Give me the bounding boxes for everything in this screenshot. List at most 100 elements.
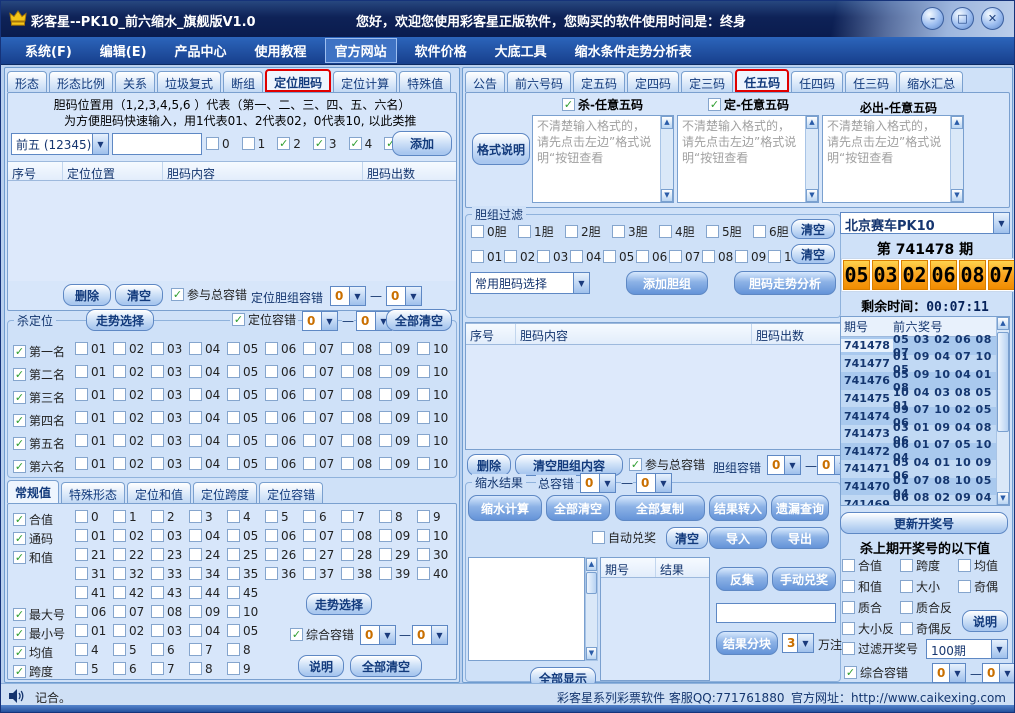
value-num-check[interactable]: 23 (151, 548, 182, 561)
dan-num-check-7[interactable]: 08 (702, 250, 733, 263)
dan-num-check-5[interactable]: 06 (636, 250, 667, 263)
sha-num-check[interactable]: 09 (379, 434, 410, 447)
sha-num-check[interactable]: 03 (151, 342, 182, 355)
composite-tolerance-checkbox[interactable]: ✓ 综合容错 (844, 666, 908, 679)
dan-count-check-0[interactable]: 0胆 (471, 225, 507, 238)
right-tab-5[interactable]: 任五码 (735, 69, 789, 92)
dan-num-check-6[interactable]: 07 (669, 250, 700, 263)
kill-check[interactable]: 奇偶反 (900, 622, 952, 635)
sha-num-check[interactable]: 10 (417, 457, 448, 470)
sha-num-check[interactable]: 06 (265, 388, 296, 401)
clear-all-button[interactable]: 全部清空 (546, 495, 610, 521)
value-num-check[interactable]: 8 (189, 662, 213, 675)
value-num-check[interactable]: 0 (75, 510, 99, 523)
sha-num-check[interactable]: 03 (151, 388, 182, 401)
value-num-check[interactable]: 42 (113, 586, 144, 599)
right-tab-1[interactable]: 前六号码 (507, 71, 571, 92)
export-button[interactable]: 导出 (771, 527, 829, 549)
scroll-thumb[interactable] (586, 572, 597, 594)
sha-num-check[interactable]: 08 (341, 365, 372, 378)
right-tab-4[interactable]: 定三码 (681, 71, 733, 92)
value-num-check[interactable]: 21 (75, 548, 106, 561)
left-tab-7[interactable]: 特殊值 (399, 71, 451, 92)
right-tab-6[interactable]: 任四码 (791, 71, 843, 92)
tolerance-from-select[interactable]: 0 ▼ (302, 311, 338, 331)
value-num-check[interactable]: 32 (113, 567, 144, 580)
result-scrollbar[interactable]: ▲ ▼ (585, 557, 598, 661)
value-num-check[interactable]: 29 (379, 548, 410, 561)
sha-row-toggle-1[interactable]: ✓第二名 (13, 368, 65, 381)
dan-count-check-2[interactable]: 2胆 (565, 225, 601, 238)
copy-all-button[interactable]: 全部复制 (615, 495, 705, 521)
trend-select-button[interactable]: 走势选择 (306, 593, 372, 615)
sha-num-check[interactable]: 06 (265, 434, 296, 447)
value-num-check[interactable]: 4 (227, 510, 251, 523)
kill-check[interactable]: 大小 (900, 580, 940, 593)
left-tab-2[interactable]: 关系 (115, 71, 155, 92)
right-tab-7[interactable]: 任三码 (845, 71, 897, 92)
kill-check[interactable]: 跨度 (900, 559, 940, 572)
value-num-check[interactable]: 8 (227, 643, 251, 656)
clear-button[interactable]: 清空 (115, 284, 163, 306)
value-num-check[interactable]: 03 (151, 529, 182, 542)
history-table[interactable]: 期号 前六奖号 74147805 03 02 06 08 0774147701 … (840, 316, 1010, 506)
value-num-check[interactable]: 27 (303, 548, 334, 561)
value-num-check[interactable]: 36 (265, 567, 296, 580)
sha-num-check[interactable]: 05 (227, 434, 258, 447)
sha-num-check[interactable]: 04 (189, 411, 220, 424)
sha-num-check[interactable]: 07 (303, 411, 334, 424)
left-tab-6[interactable]: 定位计算 (333, 71, 397, 92)
import-button[interactable]: 导入 (709, 527, 767, 549)
sha-num-check[interactable]: 01 (75, 388, 106, 401)
value-num-check[interactable]: 03 (151, 624, 182, 637)
value-num-check[interactable]: 08 (341, 529, 372, 542)
split-result-button[interactable]: 结果分块 (716, 631, 778, 655)
sha-num-check[interactable]: 02 (113, 434, 144, 447)
value-num-check[interactable]: 26 (265, 548, 296, 561)
sha-num-check[interactable]: 09 (379, 457, 410, 470)
value-num-check[interactable]: 7 (341, 510, 365, 523)
sha-num-check[interactable]: 10 (417, 365, 448, 378)
scroll-up-icon[interactable]: ▲ (586, 558, 597, 571)
sha-num-check[interactable]: 06 (265, 342, 296, 355)
value-num-check[interactable]: 1 (113, 510, 137, 523)
value-num-check[interactable]: 07 (303, 529, 334, 542)
value-num-check[interactable]: 06 (265, 529, 296, 542)
quick-check-4[interactable]: ✓4 (349, 137, 373, 150)
tolerance-from-select[interactable]: 0 ▼ (580, 473, 616, 493)
delete-button[interactable]: 删除 (467, 454, 511, 476)
sha-num-check[interactable]: 10 (417, 342, 448, 355)
value-num-check[interactable]: 33 (151, 567, 182, 580)
filter-period-select[interactable]: 100期 ▼ (926, 639, 1008, 659)
value-num-check[interactable]: 39 (379, 567, 410, 580)
composite-tolerance-checkbox[interactable]: ✓ 综合容错 (290, 628, 354, 641)
value-num-check[interactable]: 06 (75, 605, 106, 618)
value-num-check[interactable]: 05 (227, 624, 258, 637)
delete-button[interactable]: 删除 (63, 284, 111, 306)
sha-num-check[interactable]: 10 (417, 388, 448, 401)
value-num-check[interactable]: 04 (189, 529, 220, 542)
clear-button[interactable]: 清空 (666, 527, 708, 549)
value-num-check[interactable]: 8 (379, 510, 403, 523)
sha-num-check[interactable]: 03 (151, 457, 182, 470)
values-tab-3[interactable]: 定位跨度 (193, 482, 257, 503)
value-num-check[interactable]: 6 (151, 643, 175, 656)
sha-num-check[interactable]: 10 (417, 411, 448, 424)
maximize-button[interactable]: □ (951, 7, 974, 30)
tolerance-to-select[interactable]: 0 ▼ (636, 473, 672, 493)
lottery-select[interactable]: 北京赛车PK10 ▼ (840, 212, 1010, 234)
sha-num-check[interactable]: 05 (227, 342, 258, 355)
common-dan-select[interactable]: 常用胆码选择 ▼ (470, 272, 590, 294)
sha-num-check[interactable]: 04 (189, 457, 220, 470)
sha-num-check[interactable]: 07 (303, 365, 334, 378)
dan-count-check-5[interactable]: 5胆 (706, 225, 742, 238)
value-num-check[interactable]: 44 (189, 586, 220, 599)
dan-count-check-4[interactable]: 4胆 (659, 225, 695, 238)
dan-count-check-1[interactable]: 1胆 (518, 225, 554, 238)
quick-check-3[interactable]: ✓3 (313, 137, 337, 150)
scroll-down-icon[interactable]: ▼ (951, 189, 963, 202)
sha-num-check[interactable]: 04 (189, 342, 220, 355)
value-num-check[interactable]: 09 (379, 529, 410, 542)
sha-num-check[interactable]: 09 (379, 388, 410, 401)
clear-all-button[interactable]: 全部清空 (386, 309, 452, 331)
